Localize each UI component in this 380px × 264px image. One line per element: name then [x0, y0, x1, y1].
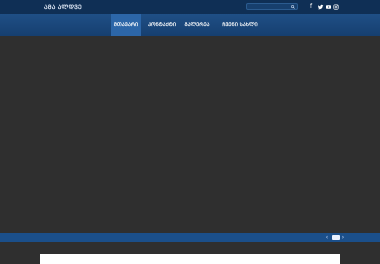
nav-item-home[interactable]: ᲛᲗᲐᲕᲐᲠᲘ [111, 14, 141, 36]
nav-item-label: ᲛᲗᲐᲕᲐᲠᲘ [113, 22, 139, 28]
search-input[interactable] [246, 3, 298, 10]
prev-slide-button[interactable]: ‹ [324, 233, 330, 242]
nav-item-label: ᲙᲝᲜᲢᲐᲥᲢᲘ [147, 22, 177, 28]
slide-indicator[interactable] [332, 235, 340, 240]
next-slide-button[interactable]: › [340, 233, 346, 242]
nav-item-contact[interactable]: ᲙᲝᲜᲢᲐᲥᲢᲘ [144, 14, 180, 36]
search-icon[interactable] [291, 5, 295, 9]
hero-slider[interactable] [0, 36, 380, 233]
slider-controls: ‹ › [0, 233, 380, 242]
twitter-icon[interactable] [316, 3, 324, 11]
nav-item-our-house[interactable]: ᲩᲕᲔᲜᲘ ᲡᲐᲮᲚᲘ [217, 14, 263, 36]
youtube-icon[interactable] [324, 3, 332, 11]
nav-item-label: ᲒᲐᲚᲔᲠᲔᲐ [184, 22, 210, 28]
nav-item-label: ᲩᲕᲔᲜᲘ ᲡᲐᲮᲚᲘ [222, 22, 258, 28]
main-nav: ᲛᲗᲐᲕᲐᲠᲘ ᲙᲝᲜᲢᲐᲥᲢᲘ ᲒᲐᲚᲔᲠᲔᲐ ᲩᲕᲔᲜᲘ ᲡᲐᲮᲚᲘ [0, 14, 380, 36]
top-bar: ᲐᲛᲐ ᲐᲚᲓᲕᲔ f [0, 0, 380, 14]
content-card [40, 254, 340, 264]
nav-item-gallery[interactable]: ᲒᲐᲚᲔᲠᲔᲐ [181, 14, 213, 36]
site-brand[interactable]: ᲐᲛᲐ ᲐᲚᲓᲕᲔ [44, 3, 82, 11]
facebook-icon[interactable]: f [307, 3, 315, 11]
instagram-icon[interactable] [332, 3, 340, 11]
